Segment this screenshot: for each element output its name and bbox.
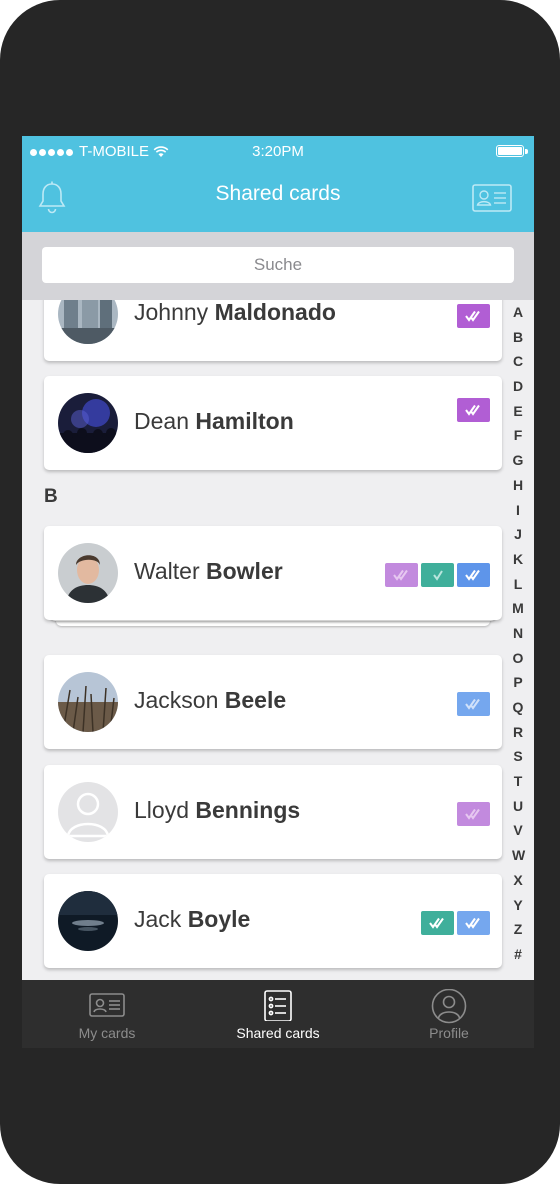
index-letter[interactable]: A [512,300,524,325]
index-letter[interactable]: V [512,818,524,843]
contact-name: Jackson Beele [134,687,287,713]
avatar-placeholder [58,782,118,842]
index-letter[interactable]: K [512,547,524,572]
index-letter[interactable]: F [512,423,524,448]
tab-profile[interactable]: Profile [364,980,534,1048]
status-bar: T-MOBILE 3:20PM [22,136,534,168]
avatar [58,300,118,344]
tab-shared-cards[interactable]: Shared cards [193,980,363,1048]
id-card-icon[interactable] [472,184,512,217]
avatar [58,672,118,732]
tab-label: Profile [429,1025,469,1041]
index-letter[interactable]: W [512,843,525,868]
index-letter[interactable]: X [512,868,524,893]
contact-card[interactable]: Dean Hamilton [44,376,502,470]
index-letter[interactable]: T [512,769,524,794]
check-badge [421,563,454,587]
tab-bar: My cards Shared cards Profile [22,980,534,1048]
index-letter[interactable]: C [512,349,524,374]
contact-list[interactable]: Johnny Maldonado Dean Hamilton B Walter … [22,300,534,980]
double-check-badge [457,911,490,935]
search-bar: Suche [22,232,534,300]
double-check-badge [457,563,490,587]
index-letter[interactable]: N [512,621,524,646]
battery-icon [496,145,524,157]
index-letter[interactable]: R [512,720,524,745]
avatar [58,891,118,951]
index-letter[interactable]: P [512,670,524,695]
id-card-icon [22,989,192,1021]
index-letter[interactable]: Y [512,893,524,918]
tab-label: Shared cards [236,1025,320,1041]
index-letter[interactable]: H [512,473,524,498]
double-check-badge [457,692,490,716]
avatar [58,543,118,603]
tab-label: My cards [78,1025,136,1041]
double-check-badge [457,802,490,826]
double-check-badge [421,911,454,935]
contact-name: Lloyd Bennings [134,797,301,823]
index-letter[interactable]: G [512,448,524,473]
share-badges [421,911,490,935]
tab-my-cards[interactable]: My cards [22,980,192,1048]
index-letter[interactable]: O [512,646,524,671]
app-screen: T-MOBILE 3:20PM Shared cards Suche Johnn… [22,136,534,1048]
share-badges [385,563,490,587]
index-letter[interactable]: L [512,572,524,597]
contact-card[interactable]: Jack Boyle [44,874,502,968]
contact-card[interactable]: Lloyd Bennings [44,765,502,859]
double-check-badge [385,563,418,587]
contact-name: Dean Hamilton [134,408,294,434]
section-header: B [44,486,58,507]
index-letter[interactable]: S [512,744,524,769]
share-badges [457,304,490,328]
index-letter[interactable]: Q [512,695,524,720]
share-badges [457,802,490,826]
index-letter[interactable]: E [512,399,524,424]
contact-name: Jack Boyle [134,906,251,932]
phone-frame: T-MOBILE 3:20PM Shared cards Suche Johnn… [0,0,560,1184]
profile-icon [364,988,534,1024]
index-letter[interactable]: B [512,325,524,350]
index-letter[interactable]: I [512,498,524,523]
double-check-badge [457,304,490,328]
index-letter[interactable]: Z [512,917,524,942]
status-time: 3:20PM [252,143,304,160]
index-letter[interactable]: D [512,374,524,399]
navigation-bar: Shared cards [22,168,534,232]
index-letter[interactable]: M [512,596,524,621]
search-input[interactable]: Suche [42,247,514,283]
contact-card[interactable]: Jackson Beele [44,655,502,749]
battery-tip [525,149,528,154]
alphabet-index[interactable]: A B C D E F G H I J K L M N O P Q R S T [512,300,525,967]
double-check-badge [457,398,490,422]
page-title: Shared cards [215,182,341,205]
card-list-icon [193,989,363,1022]
index-letter[interactable]: J [512,522,524,547]
share-badges [457,398,490,422]
contact-card[interactable]: Walter Bowler [44,526,502,620]
contact-card[interactable]: Johnny Maldonado [44,300,502,361]
contact-name: Johnny Maldonado [134,300,336,325]
contact-name: Walter Bowler [134,558,283,584]
share-badges [457,692,490,716]
avatar [58,393,118,453]
index-letter[interactable]: U [512,794,524,819]
index-letter[interactable]: # [512,942,524,967]
